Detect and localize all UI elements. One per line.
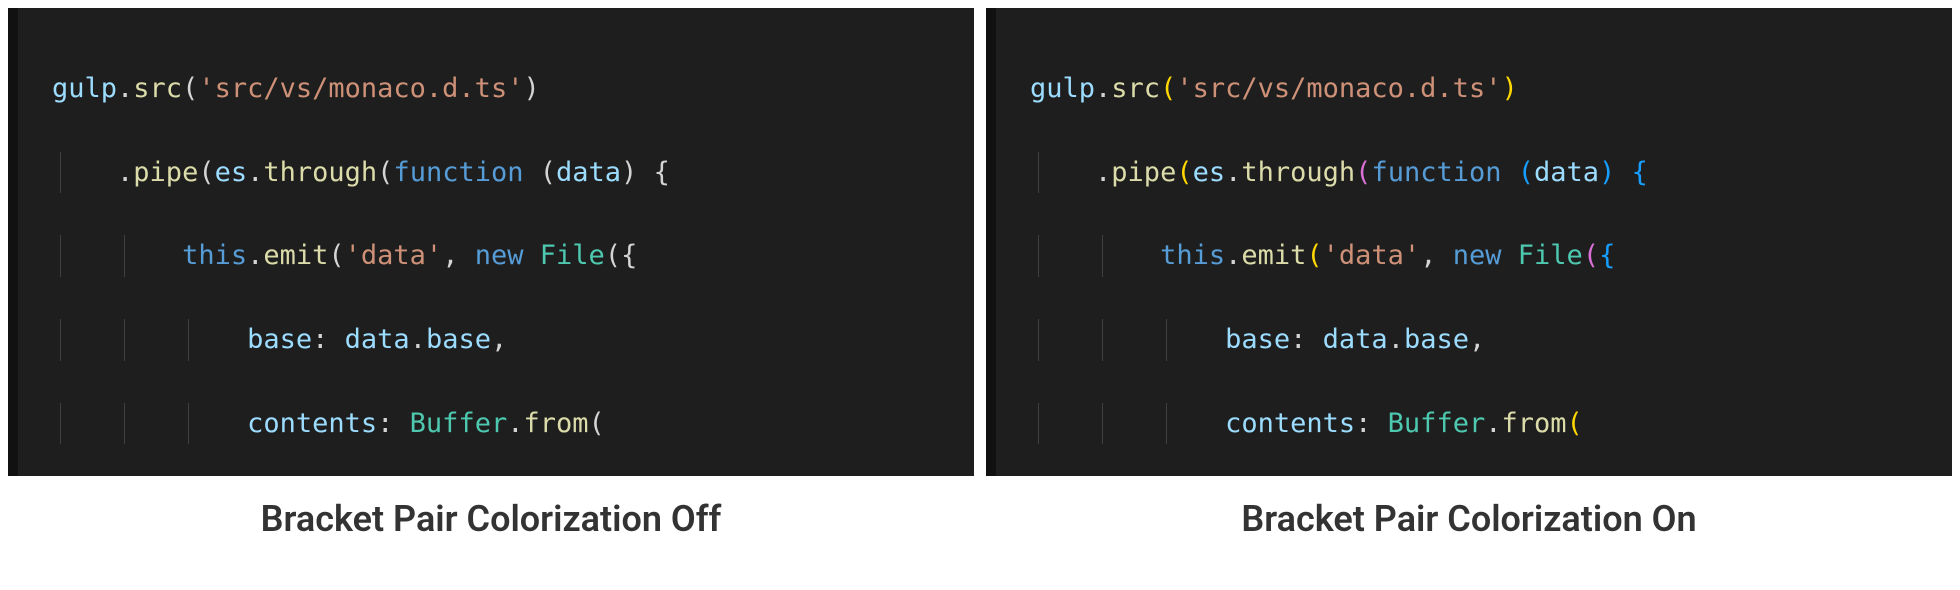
- token-punct: .: [247, 240, 263, 271]
- token-punct: :: [1355, 408, 1371, 439]
- token-kw: function: [393, 157, 523, 188]
- token-str: 'src/vs/monaco.d.ts': [198, 73, 523, 104]
- bracket: ): [1501, 73, 1517, 104]
- token-var: gulp: [1030, 73, 1095, 104]
- bracket: {: [1632, 157, 1648, 188]
- bracket: (: [1176, 157, 1192, 188]
- token-punct: .: [507, 408, 523, 439]
- token-punct: .: [247, 157, 263, 188]
- bracket: (: [182, 73, 198, 104]
- pane-off: gulp.src('src/vs/monaco.d.ts') .pipe(es.…: [8, 8, 974, 540]
- token-punct: ,: [491, 324, 507, 355]
- token-punct: .: [1388, 324, 1404, 355]
- token-punct: .: [410, 324, 426, 355]
- bracket: {: [1599, 240, 1615, 271]
- token-class: Buffer: [1388, 408, 1486, 439]
- comparison-container: gulp.src('src/vs/monaco.d.ts') .pipe(es.…: [0, 0, 1960, 540]
- bracket: (: [198, 157, 214, 188]
- token-class: File: [540, 240, 605, 271]
- bracket: (: [605, 240, 621, 271]
- token-kw: this: [1160, 240, 1225, 271]
- token-fn: through: [1241, 157, 1355, 188]
- token-fn: emit: [1241, 240, 1306, 271]
- token-var: data: [1534, 157, 1599, 188]
- bracket: ): [1599, 157, 1615, 188]
- token-key: contents: [1225, 408, 1355, 439]
- token-key: contents: [247, 408, 377, 439]
- code-line: contents: Buffer.from(: [1030, 403, 1932, 445]
- token-key: base: [247, 324, 312, 355]
- bracket: (: [328, 240, 344, 271]
- token-var: es: [1193, 157, 1226, 188]
- token-var: es: [215, 157, 248, 188]
- bracket: (: [1583, 240, 1599, 271]
- bracket: (: [540, 157, 556, 188]
- bracket: ): [621, 157, 637, 188]
- bracket: (: [1306, 240, 1322, 271]
- token-punct: :: [377, 408, 393, 439]
- code-line: gulp.src('src/vs/monaco.d.ts'): [52, 68, 954, 110]
- token-punct: .: [117, 157, 133, 188]
- code-line: .pipe(es.through(function (data) {: [1030, 152, 1932, 194]
- token-punct: .: [1485, 408, 1501, 439]
- code-line: .pipe(es.through(function (data) {: [52, 152, 954, 194]
- token-class: Buffer: [410, 408, 508, 439]
- bracket: (: [1518, 157, 1534, 188]
- bracket: (: [1355, 157, 1371, 188]
- bracket: {: [654, 157, 670, 188]
- token-fn: emit: [263, 240, 328, 271]
- token-punct: .: [117, 73, 133, 104]
- token-kw: new: [475, 240, 524, 271]
- token-str: 'src/vs/monaco.d.ts': [1176, 73, 1501, 104]
- bracket: {: [621, 240, 637, 271]
- token-punct: .: [1095, 157, 1111, 188]
- token-punct: ,: [442, 240, 458, 271]
- bracket: (: [1160, 73, 1176, 104]
- token-fn: pipe: [133, 157, 198, 188]
- code-line: base: data.base,: [52, 319, 954, 361]
- token-fn: src: [1111, 73, 1160, 104]
- token-punct: :: [312, 324, 328, 355]
- token-punct: .: [1225, 240, 1241, 271]
- code-line: gulp.src('src/vs/monaco.d.ts'): [1030, 68, 1932, 110]
- code-line: contents: Buffer.from(: [52, 403, 954, 445]
- token-fn: through: [263, 157, 377, 188]
- token-punct: .: [1095, 73, 1111, 104]
- token-var: gulp: [52, 73, 117, 104]
- token-fn: pipe: [1111, 157, 1176, 188]
- token-prop: base: [426, 324, 491, 355]
- token-var: data: [345, 324, 410, 355]
- token-punct: .: [1225, 157, 1241, 188]
- code-line: this.emit('data', new File({: [1030, 235, 1932, 277]
- token-var: data: [1323, 324, 1388, 355]
- bracket: ): [523, 73, 539, 104]
- token-prop: base: [1404, 324, 1469, 355]
- token-class: File: [1518, 240, 1583, 271]
- code-editor-on: gulp.src('src/vs/monaco.d.ts') .pipe(es.…: [986, 8, 1952, 476]
- token-str: 'data': [1323, 240, 1421, 271]
- token-punct: ,: [1420, 240, 1436, 271]
- token-kw: this: [182, 240, 247, 271]
- token-fn: from: [1501, 408, 1566, 439]
- code-line: base: data.base,: [1030, 319, 1932, 361]
- token-fn: from: [523, 408, 588, 439]
- bracket: (: [589, 408, 605, 439]
- token-key: base: [1225, 324, 1290, 355]
- token-kw: new: [1453, 240, 1502, 271]
- token-punct: ,: [1469, 324, 1485, 355]
- bracket: (: [377, 157, 393, 188]
- token-str: 'data': [345, 240, 443, 271]
- caption-off: Bracket Pair Colorization Off: [8, 476, 974, 540]
- token-var: data: [556, 157, 621, 188]
- token-punct: :: [1290, 324, 1306, 355]
- bracket: (: [1567, 408, 1583, 439]
- pane-on: gulp.src('src/vs/monaco.d.ts') .pipe(es.…: [986, 8, 1952, 540]
- code-editor-off: gulp.src('src/vs/monaco.d.ts') .pipe(es.…: [8, 8, 974, 476]
- code-line: this.emit('data', new File({: [52, 235, 954, 277]
- caption-on: Bracket Pair Colorization On: [986, 476, 1952, 540]
- token-fn: src: [133, 73, 182, 104]
- token-kw: function: [1371, 157, 1501, 188]
